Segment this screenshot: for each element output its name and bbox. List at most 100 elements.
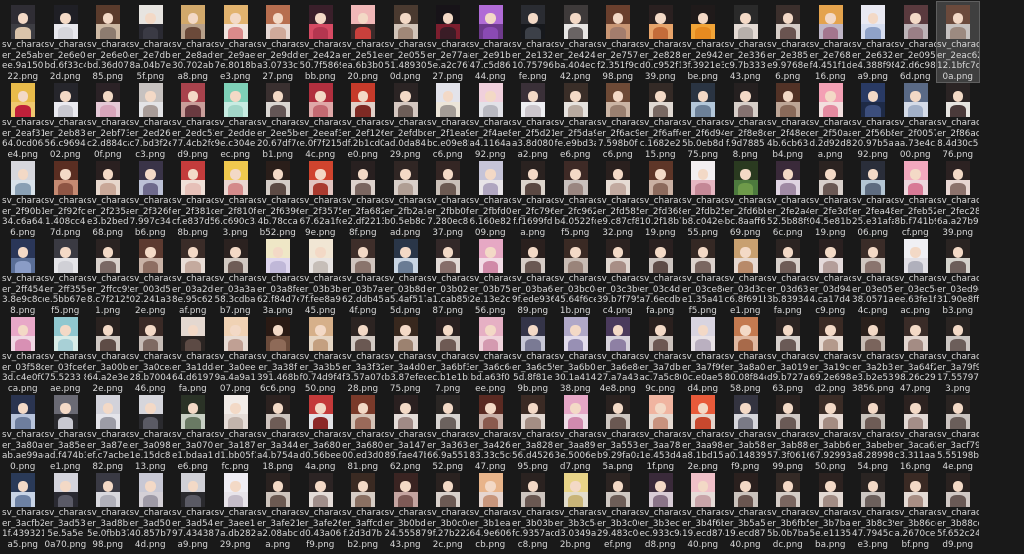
file-tile[interactable]: sv_charact er_03c3b6 39.b7f795 c4.png xyxy=(597,236,639,316)
file-tile[interactable]: sv_charact er_3a79f9 17.557977 3.png xyxy=(937,314,979,394)
file-tile[interactable]: sv_charact er_3b1ea4 64.9e6068 cb.png xyxy=(470,470,511,550)
file-tile[interactable]: sv_charact er_2e8adf 30.702ab1 a8.png xyxy=(172,2,214,82)
file-tile[interactable]: sv_charact er_3acf79a 5.55198b 4e.png xyxy=(937,392,979,472)
file-tile[interactable]: sv_charact er_3a8287 56.d45260 95.png xyxy=(512,392,554,472)
file-tile[interactable]: sv_charact er_03f58c 3d.c4e0f0 ca.png xyxy=(2,314,44,394)
file-tile[interactable]: sv_charact er_2f0057 aa.73e4c3 00.png xyxy=(895,80,936,160)
file-tile[interactable]: sv_charact er_2efdbd ad.0da84f 29.png xyxy=(385,80,426,160)
file-tile[interactable]: sv_charact er_3ad50a 40.857b7f 4d.png xyxy=(130,470,171,550)
file-tile[interactable]: sv_charact er_2f1ea9 bc.e09e85 c6.png xyxy=(427,80,469,160)
file-tile[interactable]: sv_charact er_2fd368 10.2f18b7 19.png xyxy=(640,158,681,238)
file-tile[interactable]: sv_charact er_3ad54b 97.434382 a9.png xyxy=(172,470,214,550)
file-tile[interactable]: sv_charact er_3ad53a 5e.5a5e 0a70.png xyxy=(45,470,86,550)
file-tile[interactable]: sv_charact er_2e9dd9 a3.0733c7 27.png xyxy=(257,2,299,82)
file-tile[interactable]: sv_charact er_3b8c39 47.7945c0 e3.png xyxy=(852,470,894,550)
file-tile[interactable]: sv_charact er_3a80a9 ab.ae99ad 0.png xyxy=(2,392,44,472)
file-tile[interactable]: sv_charact er_3afe26 d0.43a064 f9.png xyxy=(300,470,341,550)
file-tile[interactable]: sv_charact er_3b5a59 19.ecd874 40.png xyxy=(725,470,766,550)
file-tile[interactable]: sv_charact er_2f56b8 20.97b5a6 92.png xyxy=(852,80,894,160)
file-tile[interactable]: sv_charact er_2fec28 6a.a27b95 39.png xyxy=(937,158,979,238)
file-tile[interactable]: sv_charact er_03e057 38.0571ae 4c.png xyxy=(852,236,894,316)
file-tile[interactable]: sv_charact er_03b7af 62.ddb459 4f.png xyxy=(342,236,384,316)
file-tile[interactable]: sv_charact er_3a0cea 28.b7004 46.png xyxy=(130,314,171,394)
file-tile[interactable]: sv_charact er_3a19c0 69.2e6983 d2.png xyxy=(810,314,851,394)
file-tile[interactable]: sv_charact er_2e42a0 50.7f5869 bb.png xyxy=(300,2,341,82)
file-tile[interactable]: sv_charact er_3a1472 89.fae47b 62.png xyxy=(385,392,426,472)
file-tile[interactable]: sv_charact er_2ffcc95 8.c7f2125 1.png xyxy=(87,236,129,316)
file-tile[interactable]: sv_charact er_03a3a1 58.3cdba5 b7.png xyxy=(215,236,256,316)
file-tile[interactable]: sv_charact er_3a4d0e b3.87efec 75.png xyxy=(385,314,426,394)
file-tile[interactable]: sv_charact er_2edc53 77.4cb2fc d9.png xyxy=(172,80,214,160)
file-tile[interactable]: sv_charact er_2e3852 e9.9768e6 6.png xyxy=(767,2,809,82)
file-tile[interactable]: sv_charact er_003d57 02.241a31 2e.png xyxy=(130,236,171,316)
file-tile[interactable]: sv_charact er_03b752 2e.13e2c2 56.png xyxy=(470,236,511,316)
file-tile[interactable]: sv_charact er_2f5d21 a3.8d080 a2.png xyxy=(512,80,554,160)
file-tile[interactable]: sv_charact er_2fe2a4 52.5b88f9 6c.png xyxy=(767,158,809,238)
file-tile[interactable]: sv_charact er_3a7db4 ac.7a5c80 9c.png xyxy=(640,314,681,394)
file-tile[interactable]: sv_charact er_3a6bf3 ec.b1e1b3 7.png xyxy=(427,314,469,394)
file-tile[interactable]: sv_charact er_2e51e8 ea.6b3b08 20.png xyxy=(342,2,384,82)
file-tile[interactable]: sv_charact er_2f810f5 6.c690c33 3.png xyxy=(215,158,256,238)
file-tile[interactable]: sv_charact er_2f8e8ca f.9d7885 8.png xyxy=(725,80,766,160)
file-tile[interactable]: sv_charact er_03d3c0 c6.8f691b e1.png xyxy=(725,236,766,316)
file-tile[interactable]: sv_charact er_3a4266 83.33c5c8 47.png xyxy=(470,392,511,472)
file-tile[interactable]: sv_charact er_2feb52 8b.f741b9 cf.png xyxy=(895,158,936,238)
file-tile[interactable]: sv_charact er_2e7dba 8a.04b7e6 5f.png xyxy=(130,2,171,82)
file-tile[interactable]: sv_charact er_2f6396 4b.78cca b52.png xyxy=(257,158,299,238)
file-tile[interactable]: sv_charact er_2f6d94 5b.0eb8da 75.png xyxy=(682,80,724,160)
file-tile[interactable]: sv_charact er_3ab58f a0.148396 f9.png xyxy=(725,392,766,472)
file-tile[interactable]: sv_charact er_3a3f32 f3.57a07d 28.png xyxy=(342,314,384,394)
file-tile[interactable]: sv_charact er_3a8a08 80.08f84e 58.png xyxy=(725,314,766,394)
file-tile[interactable]: sv_charact er_3a00b5 64.a2e3e 2e.png xyxy=(87,314,129,394)
file-tile[interactable]: sv_charact er_2f3575 67.62a1fc 9e.png xyxy=(300,158,341,238)
file-tile[interactable]: sv_charact er_3a2b3 e3.b2e53 3856.png xyxy=(852,314,894,394)
file-tile[interactable]: sv_charact er_2f92fca 1.408cc4 7d.png xyxy=(45,158,86,238)
file-tile[interactable]: sv_charact er_03fce6 75.5233 8 ae.png xyxy=(45,314,86,394)
file-tile[interactable]: sv_charact er_3a7f96 0c.e0ae5 d4.png xyxy=(682,314,724,394)
file-tile[interactable]: sv_charact er_3a5534 b9.29fa0a 5a.png xyxy=(597,392,639,472)
file-tile[interactable]: sv_charact er_2ebf73 c2.d884ca 0f.png xyxy=(87,80,129,160)
file-tile[interactable]: sv_charact er_3a0707 e1.bdaa12 e6.png xyxy=(172,392,214,472)
file-tile[interactable]: sv_charact er_2e424e ba.404ec8 42.png xyxy=(555,2,596,82)
file-tile[interactable]: sv_charact er_2fe3d9 04.5e81bd 19.png xyxy=(810,158,851,238)
file-tile[interactable]: sv_charact er_2f86aca 8.4d30c5 76.png xyxy=(937,80,979,160)
file-tile[interactable]: sv_charact er_03ec54 ee.63fe1f ac.png xyxy=(895,236,936,316)
file-tile[interactable]: sv_charact er_3afe21 a2.08abc1 a.png xyxy=(257,470,299,550)
file-tile[interactable]: sv_charact er_2fbb0f8 7.280ec8 37.png xyxy=(427,158,469,238)
file-tile[interactable]: sv_charact er_3abeb0 a8.28998b 54.png xyxy=(852,392,894,472)
file-tile[interactable]: sv_charact er_2fc796f f.f1699fd a.png xyxy=(512,158,554,238)
file-tile[interactable]: sv_charact er_3a6b02 30.1a414f 38.png xyxy=(555,314,596,394)
file-tile[interactable]: sv_charact er_2e6324 e4.388f98 a9.png xyxy=(852,2,894,82)
file-tile[interactable]: sv_charact er_3ad8bb 5e.0fbb37 98.png xyxy=(87,470,129,550)
file-tile[interactable]: sv_charact er_2f381d cf.e837d5 8b.png xyxy=(172,158,214,238)
file-tile[interactable]: sv_charact er_2e91b2 47.c5d861 44.png xyxy=(470,2,511,82)
file-tile[interactable]: sv_charact er_3a0ee 9a.4a9a1 07.png xyxy=(215,314,256,394)
file-tile[interactable]: sv_charact er_3aca62 c3.311aa8 16.png xyxy=(895,392,936,472)
file-tile[interactable]: sv_charact er_3a3b55 f0.74d9f4 50.png xyxy=(300,314,341,394)
file-tile[interactable]: sv_charact er_2e6e04 bd.36d075 85.png xyxy=(87,2,129,82)
file-tile[interactable]: sv_charact er_2fa682 e2.df2213 8f.png xyxy=(342,158,384,238)
file-tile[interactable]: sv_charact er_2e055e 51.489309 0d.png xyxy=(385,2,426,82)
file-tile[interactable]: sv_charact er_3a6e8c 27.a7a432 4e8.png xyxy=(597,314,639,394)
file-tile[interactable]: sv_charact er_3b88cd 5f.652c24 d9.png xyxy=(937,470,979,550)
file-tile[interactable]: sv_charact er_2f90b1 34.c6a645 6.png xyxy=(2,158,44,238)
file-tile[interactable]: sv_charact er_2eeaf3 e.0f7f215 4c.png xyxy=(300,80,341,160)
file-tile[interactable]: sv_charact er_2eb839 56.c96940 02.png xyxy=(45,80,86,160)
file-tile[interactable]: sv_charact er_3affcd2 f.2d3d7b b2.png xyxy=(342,470,384,550)
file-tile[interactable]: sv_charact er_2ff3557 e.5bb67e f5.png xyxy=(45,236,86,316)
file-tile[interactable]: sv_charact er_2f50aa9 d.2d92d8 a.png xyxy=(810,80,851,160)
file-tile[interactable]: sv_charact er_03b3bf 7f.fee8a9 45.png xyxy=(300,236,341,316)
file-tile[interactable]: sv_charact er_3b03bc fc.9357ad c8.png xyxy=(512,470,554,550)
file-tile[interactable]: sv_charact er_3acfb2 1f.439321 a5.png xyxy=(2,470,44,550)
file-tile[interactable]: sv_charact er_03c4d7 a7.6ecdb9 fa.png xyxy=(640,236,681,316)
file-tile[interactable]: sv_charact er_3b3c54 d3.0349a5 2b.png xyxy=(555,470,596,550)
file-tile[interactable]: sv_charact er_2e132c 10.75796b fe.png xyxy=(512,2,554,82)
file-tile[interactable]: sv_charact er_3a64f2 98.26c297 47.png xyxy=(895,314,936,394)
file-tile[interactable]: sv_charact er_2ee5be 20.67df7c b1.png xyxy=(257,80,299,160)
file-tile[interactable]: sv_charact er_2e757e f2.351f9c 98.png xyxy=(597,2,639,82)
file-tile[interactable]: sv_charact er_2fc962 b4.0522fd f5.png xyxy=(555,158,596,238)
file-tile[interactable]: sv_charact er_2ff454e 3.8e9c8cd 8.png xyxy=(2,236,44,316)
file-tile[interactable]: sv_charact er_2fea48 25.e31afa 06.png xyxy=(852,158,894,238)
file-tile[interactable]: sv_charact er_3a6806 00.ed3d0f 81.png xyxy=(342,392,384,472)
file-tile[interactable]: sv_charact er_2e828c d0.c952f1 39.png xyxy=(640,2,681,82)
